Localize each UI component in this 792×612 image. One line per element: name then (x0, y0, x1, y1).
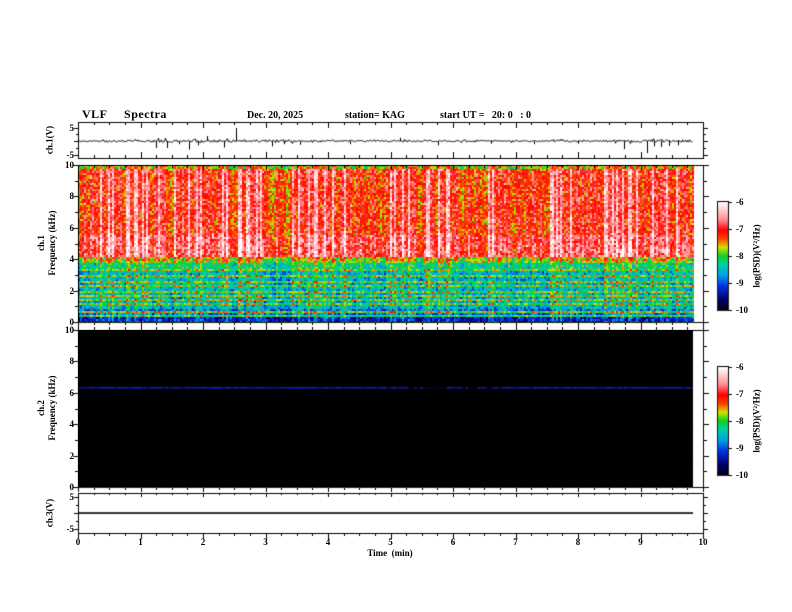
x-tick-label: 0 (75, 537, 81, 547)
y-tick-label-ch2: 4 (69, 419, 75, 430)
y-tick-label-ch1v: -5 (66, 149, 75, 160)
ch1-label-line1: ch.1 (36, 235, 47, 251)
colorbar-tick-label: -6 (736, 197, 744, 207)
x-tick-label: 9 (638, 537, 643, 547)
ch3-voltage-axis-label: ch.3(V) (44, 498, 55, 528)
y-tick-label-ch1: 10 (65, 160, 74, 170)
x-tick-label: 6 (450, 537, 456, 547)
colorbar-tick-label: -6 (736, 362, 744, 372)
y-tick-label-ch2: 6 (69, 387, 75, 398)
colorbar-tick-label: -10 (736, 470, 748, 480)
colorbar-tick-label: -7 (736, 224, 744, 234)
x-tick-label: 8 (575, 537, 581, 547)
colorbar-tick-label: -9 (736, 443, 744, 453)
x-tick-label: 1 (138, 537, 143, 547)
colorbar-tick-label: -8 (736, 251, 744, 261)
x-tick-label: 3 (263, 537, 268, 547)
ch2-label-line1: ch.2 (36, 400, 47, 416)
y-tick-label-ch3v: -5 (66, 524, 75, 534)
ch1-label-line2: Frequency (kHz) (47, 210, 57, 276)
psd-axis-label-1: log(PSD)(V²/Hz) (751, 224, 762, 288)
vlf-spectra-figure: VLF Spectra Dec. 20, 2025 station= KAG s… (0, 0, 792, 612)
x-tick-label: 5 (388, 537, 393, 547)
ch2-label-line2: Frequency (kHz) (47, 375, 57, 441)
station-label: station= KAG (345, 110, 405, 121)
y-tick-label-ch2: 8 (69, 356, 75, 367)
colorbar-tick-label: -7 (736, 389, 744, 399)
x-tick-label: 7 (513, 537, 518, 547)
y-tick-label-ch2: 2 (69, 450, 75, 461)
axes-frame-canvas (0, 0, 792, 612)
x-tick-label: 10 (698, 537, 708, 547)
y-tick-label-ch2: 0 (69, 482, 75, 492)
y-tick-label-ch1: 8 (69, 191, 75, 202)
y-tick-label-ch2: 10 (65, 325, 74, 335)
ch2-frequency-axis-label: ch.2 Frequency (kHz) (36, 375, 58, 440)
x-tick-label: 4 (325, 537, 331, 547)
time-axis-label: Time (min) (367, 548, 413, 558)
start-ut-label: start UT = 20: 0 : 0 (440, 110, 532, 121)
y-tick-label-ch1: 6 (69, 222, 75, 233)
page-title: VLF Spectra (82, 107, 167, 121)
x-tick-label: 2 (200, 537, 206, 547)
y-tick-label-ch3v: 5 (69, 492, 75, 502)
date-label: Dec. 20, 2025 (247, 110, 304, 121)
colorbar-tick-label: -8 (736, 416, 744, 426)
y-tick-label-ch1: 4 (69, 254, 75, 265)
ch1-voltage-axis-label: ch.1(V) (44, 125, 55, 155)
colorbar-tick-label: -10 (736, 305, 748, 315)
y-tick-label-ch1: 2 (69, 285, 75, 296)
y-tick-label-ch1v: 5 (69, 122, 75, 133)
psd-axis-label-2: log(PSD)(V²/Hz) (751, 389, 762, 453)
ch1-frequency-axis-label: ch.1 Frequency (kHz) (36, 210, 58, 275)
colorbar-tick-label: -9 (736, 278, 744, 288)
